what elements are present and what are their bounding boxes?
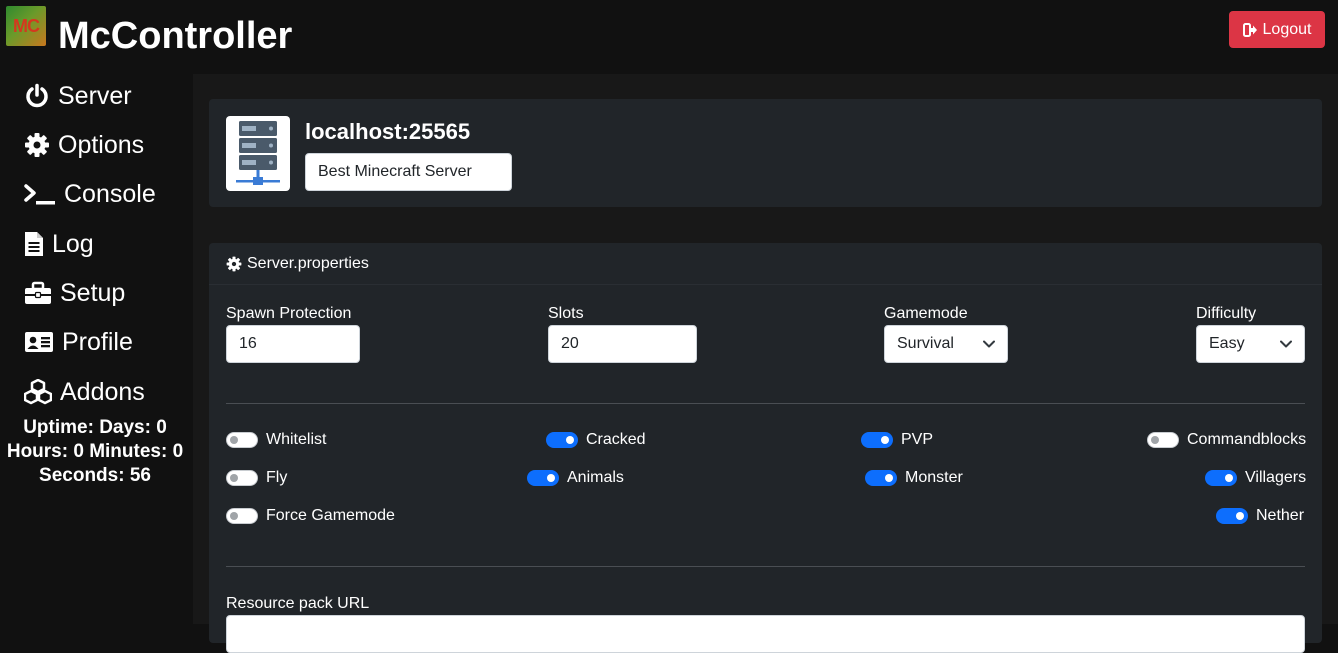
uptime-display: Uptime: Days: 0 Hours: 0 Minutes: 0 Seco… — [0, 416, 190, 488]
sidebar-item-profile[interactable]: Profile — [24, 322, 133, 362]
toggle-switch[interactable] — [1147, 432, 1179, 448]
logout-label: Logout — [1262, 20, 1312, 38]
slots-label: Slots — [548, 305, 584, 322]
gear-icon — [25, 133, 49, 157]
gear-icon — [226, 256, 242, 271]
sign-out-icon — [1242, 22, 1257, 37]
sidebar-item-console[interactable]: Console — [24, 174, 156, 214]
resource-pack-input[interactable] — [226, 615, 1305, 653]
cubes-icon — [24, 379, 52, 405]
logout-button[interactable]: Logout — [1229, 11, 1325, 48]
force-gamemode-toggle[interactable]: Force Gamemode — [226, 506, 395, 526]
slots-input[interactable] — [548, 325, 697, 363]
main-content: localhost:25565 Server.properties Spawn … — [193, 74, 1338, 653]
sidebar-item-label: Server — [58, 81, 132, 110]
top-header: MC McController Logout — [0, 0, 1338, 74]
toggle-label: Monster — [905, 469, 963, 486]
resource-pack-label: Resource pack URL — [226, 595, 370, 612]
toggle-label: Fly — [266, 469, 288, 486]
sidebar-item-options[interactable]: Options — [24, 125, 144, 165]
sidebar-item-setup[interactable]: Setup — [24, 273, 125, 313]
sidebar-item-label: Log — [52, 229, 94, 258]
document-icon — [25, 232, 43, 256]
nether-toggle[interactable]: Nether — [1216, 506, 1304, 526]
sidebar-item-addons[interactable]: Addons — [24, 372, 145, 412]
uptime-days: Uptime: Days: 0 — [23, 417, 167, 438]
toggle-switch[interactable] — [226, 470, 258, 486]
sidebar-item-label: Setup — [60, 278, 126, 307]
properties-header: Server.properties — [209, 243, 1322, 285]
power-icon — [26, 83, 48, 108]
server-properties-card: Server.properties Spawn Protection Slots… — [209, 243, 1322, 653]
toggle-switch[interactable] — [527, 470, 559, 486]
server-address: localhost:25565 — [305, 119, 471, 144]
gamemode-select[interactable]: Survival — [884, 325, 1008, 363]
spawn-protection-input[interactable] — [226, 325, 360, 363]
uptime-hours-minutes: Hours: 0 Minutes: 0 — [6, 441, 184, 462]
divider — [226, 566, 1305, 567]
app-title: McController — [58, 15, 293, 57]
chevron-down-icon — [983, 340, 995, 348]
toggle-switch[interactable] — [1216, 508, 1248, 524]
fly-toggle[interactable]: Fly — [226, 468, 287, 488]
toolbox-icon — [25, 281, 51, 304]
difficulty-value: Easy — [1209, 335, 1245, 352]
whitelist-toggle[interactable]: Whitelist — [226, 430, 326, 450]
toggle-label: Nether — [1256, 507, 1305, 524]
chevron-down-icon — [1280, 340, 1292, 348]
sidebar-item-log[interactable]: Log — [24, 224, 94, 264]
toggle-label: Commandblocks — [1187, 431, 1307, 448]
server-card: localhost:25565 — [209, 99, 1322, 207]
spawn-protection-label: Spawn Protection — [226, 305, 352, 322]
gamemode-label: Gamemode — [884, 305, 968, 322]
animals-toggle[interactable]: Animals — [527, 468, 624, 488]
toggle-label: PVP — [901, 431, 934, 448]
toggle-label: Force Gamemode — [266, 507, 395, 524]
server-rack-icon — [226, 116, 290, 191]
toggle-label: Whitelist — [266, 431, 327, 448]
toggle-label: Villagers — [1245, 469, 1307, 486]
sidebar-item-label: Options — [58, 130, 145, 159]
toggle-label: Animals — [567, 469, 624, 486]
sidebar-item-label: Console — [64, 179, 156, 208]
cracked-toggle[interactable]: Cracked — [546, 430, 646, 450]
id-card-icon — [25, 332, 53, 352]
divider — [226, 403, 1305, 404]
monster-toggle[interactable]: Monster — [865, 468, 963, 488]
sidebar-item-label: Addons — [60, 377, 145, 406]
uptime-seconds: Seconds: 56 — [39, 465, 151, 486]
sidebar-item-label: Profile — [62, 327, 133, 356]
toggle-switch[interactable] — [226, 508, 258, 524]
terminal-icon — [24, 184, 55, 205]
pvp-toggle[interactable]: PVP — [861, 430, 933, 450]
motd-input[interactable] — [305, 153, 512, 191]
sidebar: Server Options Console Log Setup Profile… — [0, 74, 193, 624]
toggle-switch[interactable] — [1205, 470, 1237, 486]
sidebar-item-server[interactable]: Server — [24, 76, 132, 116]
gamemode-value: Survival — [897, 335, 954, 352]
toggle-switch[interactable] — [865, 470, 897, 486]
toggle-switch[interactable] — [546, 432, 578, 448]
villagers-toggle[interactable]: Villagers — [1205, 468, 1306, 488]
app-logo: MC — [6, 6, 46, 46]
difficulty-label: Difficulty — [1196, 305, 1257, 322]
commandblocks-toggle[interactable]: Commandblocks — [1147, 430, 1306, 450]
toggle-label: Cracked — [586, 431, 646, 448]
toggle-switch[interactable] — [226, 432, 258, 448]
properties-title: Server.properties — [247, 254, 369, 272]
difficulty-select[interactable]: Easy — [1196, 325, 1305, 363]
toggle-switch[interactable] — [861, 432, 893, 448]
